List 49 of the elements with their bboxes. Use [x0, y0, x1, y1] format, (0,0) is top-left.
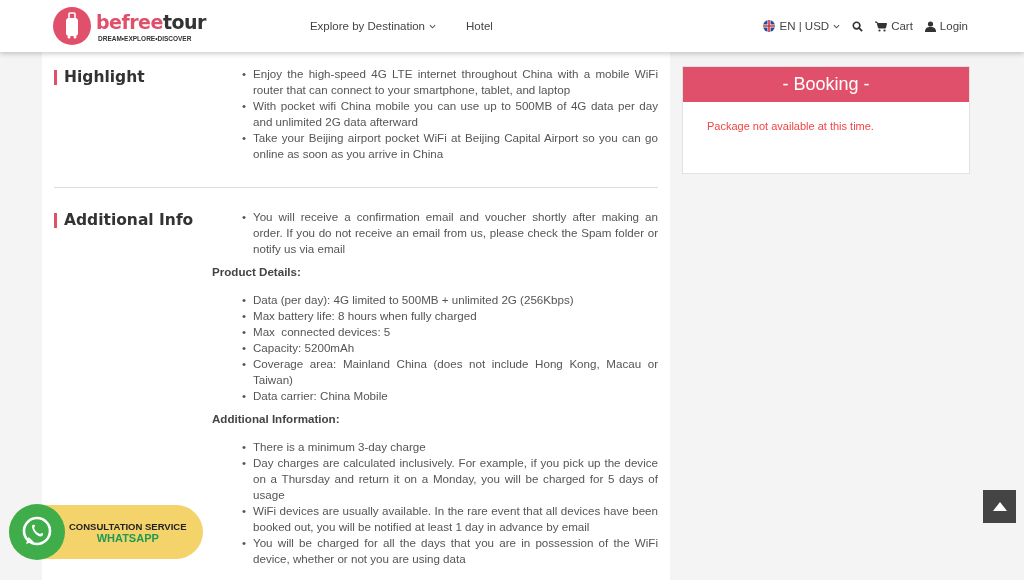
bullet: • — [242, 66, 248, 82]
search-icon[interactable] — [852, 20, 864, 32]
booking-header: - Booking - — [683, 67, 969, 102]
list-item: Enjoy the high-speed 4G LTE internet throughout China with a mobile WiFi router that can connect to your smartphone, tablet, and laptop — [253, 66, 658, 98]
language-currency-selector[interactable]: EN | USD — [763, 20, 841, 32]
list-item: Data (per day): 4G limited to 500MB + unlimited 2G (256Kbps) — [253, 292, 575, 308]
bullet: • — [242, 455, 248, 471]
back-to-top-button[interactable] — [983, 490, 1016, 523]
brand-name[interactable]: befreetour — [96, 10, 206, 33]
subheading: Product Details: — [212, 265, 302, 279]
cart-link[interactable]: Cart — [875, 20, 913, 32]
suitcase-logo-icon — [53, 7, 91, 45]
bullet: • — [242, 98, 248, 114]
bullet: • — [242, 292, 248, 308]
user-icon — [924, 20, 936, 32]
list-item: With pocket wifi China mobile you can use up to 500MB of 4G data per day and unlimited 2G data afterward — [253, 98, 658, 130]
nav-link[interactable]: Explore by Destination — [309, 20, 436, 32]
bullet: • — [242, 308, 248, 324]
bullet: • — [242, 324, 248, 340]
bullet: • — [242, 535, 248, 551]
list-item: Day charges are calculated inclusively. For example, if you pick up the device on a Thursday and return it on a Monday, you will be charged for 5 days of usage — [253, 455, 658, 503]
list-item: Coverage area: Mainland China (does not include Hong Kong, Macau or Taiwan) — [253, 356, 658, 388]
caret-icon — [833, 23, 841, 29]
list-item: You will be charged for all the days that you are in possession of the WiFi device, whether or not you are using data — [253, 535, 658, 567]
list-item: Capacity: 5200mAh — [253, 340, 356, 356]
availability-message: Package not available at this time. — [706, 119, 875, 134]
list-item: Data carrier: China Mobile — [253, 388, 389, 404]
flag-icon — [763, 20, 776, 32]
bullet: • — [242, 209, 248, 225]
section-heading: Additional Info — [54, 213, 220, 228]
list-item: Take your Beijing airport pocket WiFi at Beijing Capital Airport so you can go online as soon as you arrive in China — [253, 130, 658, 162]
bullet: • — [242, 130, 248, 146]
nav-link[interactable]: Hotel — [466, 20, 493, 32]
bullet: • — [242, 356, 248, 372]
login-link[interactable]: Login — [924, 20, 968, 32]
up-arrow-icon — [992, 502, 1007, 511]
list-item: There is a minimum 3-day charge — [253, 439, 427, 455]
list-item: You will receive a confirmation email and voucher shortly after making an order. If you do not receive an email from us, please check the Spam folder or notify us via email — [253, 209, 658, 257]
list-item: Max battery life: 8 hours when fully charged — [253, 308, 478, 324]
bullet: • — [242, 503, 248, 519]
list-item: WiFi devices are usually available. In the rare event that all devices have been booked out, you will be notified at least 1 day in advance by email — [253, 503, 658, 535]
cart-icon — [875, 20, 888, 32]
section-heading: Highlight — [54, 70, 220, 85]
bullet: • — [242, 388, 248, 404]
bullet: • — [242, 439, 248, 455]
list-item: Max connected devices: 5 — [253, 324, 392, 340]
whatsapp-button[interactable]: CONSULTATION SERVICE WHATSAPP — [9, 505, 203, 559]
subheading: Additional Information: — [212, 412, 341, 426]
bullet: • — [242, 340, 248, 356]
